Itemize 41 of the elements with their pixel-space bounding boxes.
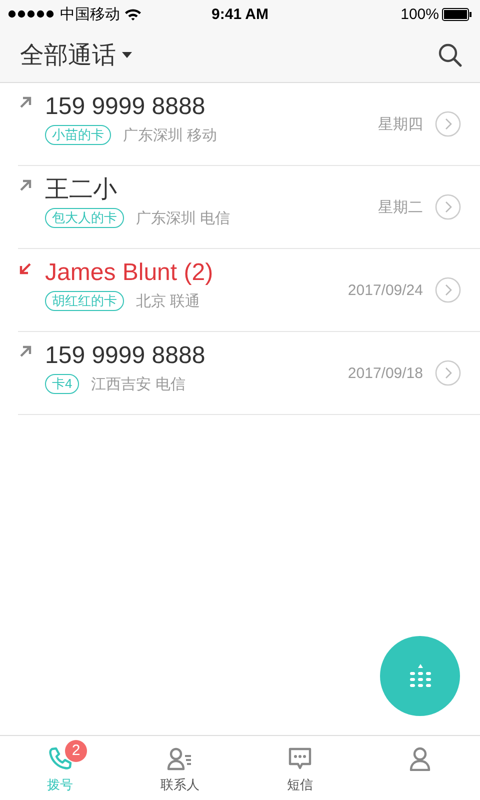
call-date: 2017/09/24 (348, 282, 423, 298)
battery-icon (442, 8, 472, 20)
contact-name: 159 9999 8888 (45, 341, 206, 371)
contact-name: 159 9999 8888 (45, 92, 206, 122)
sim-card-tag: 胡红红的卡 (45, 291, 124, 311)
dialpad-icon (410, 664, 430, 688)
sim-card-tag: 包大人的卡 (45, 208, 124, 228)
sim-card-tag: 卡4 (45, 374, 80, 394)
details-chevron-icon[interactable] (435, 360, 461, 386)
badge-count: 2 (65, 740, 87, 762)
person-icon (409, 747, 431, 771)
caller-location: 广东深圳 移动 (123, 126, 218, 144)
incoming-arrow-icon (18, 261, 33, 276)
caret-icon (122, 52, 132, 58)
wifi-icon (124, 8, 142, 20)
caller-location: 广东深圳 电信 (136, 208, 230, 228)
carrier-name: 中国移动 (60, 4, 120, 24)
sim-card-tag: 小苗的卡 (45, 125, 111, 145)
message-icon (288, 747, 312, 771)
details-chevron-icon[interactable] (435, 277, 461, 303)
clock-time: 9:41 AM (212, 6, 268, 22)
caller-location: 江西吉安 电信 (91, 374, 186, 394)
outgoing-arrow-icon (18, 95, 33, 110)
caller-location: 北京 联通 (136, 292, 200, 310)
contacts-icon (167, 747, 193, 771)
details-chevron-icon[interactable] (435, 111, 461, 137)
battery-percent: 100% (400, 6, 439, 22)
outgoing-arrow-icon (18, 178, 33, 193)
contact-name: James Blunt (2) (45, 258, 214, 288)
contact-name: 王二小 (45, 175, 117, 205)
filter-dropdown[interactable]: 全部通话 (20, 39, 132, 71)
call-date: 星期二 (378, 198, 423, 216)
call-date: 星期四 (378, 114, 423, 134)
tab-bar-item[interactable]: 短信 (240, 736, 360, 800)
tab-bar-item[interactable]: 联系人 (120, 736, 240, 800)
signal-icon (8, 10, 56, 18)
phone-icon (47, 746, 73, 772)
outgoing-arrow-icon (18, 344, 33, 359)
details-chevron-icon[interactable] (435, 194, 461, 220)
call-date: 2017/09/18 (348, 364, 423, 382)
search-icon[interactable] (438, 43, 462, 67)
